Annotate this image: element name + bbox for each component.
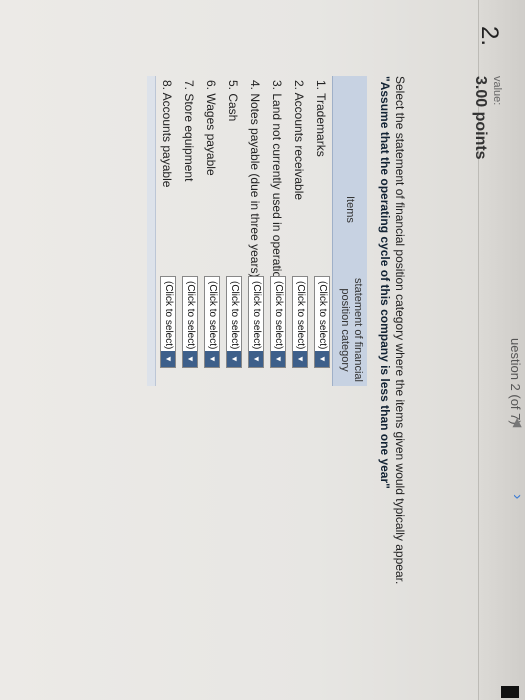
dropdown-arrow-icon[interactable]: ▼: [183, 351, 197, 367]
value-label: value:: [491, 76, 503, 106]
classification-table: Items statement of financial position ca…: [147, 76, 367, 386]
dropdown-value: (Click to select): [207, 281, 218, 350]
item-label: 1. Trademarks: [314, 80, 328, 157]
category-dropdown[interactable]: (Click to select) ▼: [292, 276, 308, 368]
dropdown-arrow-icon[interactable]: ▼: [227, 351, 241, 367]
table-row: 5. Cash (Click to select) ▼: [222, 76, 244, 386]
item-label: 3. Land not currently used in operations: [270, 80, 284, 291]
category-dropdown[interactable]: (Click to select) ▼: [226, 276, 242, 368]
category-dropdown[interactable]: (Click to select) ▼: [248, 276, 264, 368]
category-dropdown[interactable]: (Click to select) ▼: [182, 276, 198, 368]
table-row: 6. Wages payable (Click to select) ▼: [200, 76, 222, 386]
dropdown-value: (Click to select): [229, 281, 240, 350]
table-row: 2. Accounts receivable (Click to select)…: [288, 76, 310, 386]
table-row: 8. Accounts payable (Click to select) ▼: [156, 76, 178, 386]
category-dropdown[interactable]: (Click to select) ▼: [160, 276, 176, 368]
table-footer: [147, 76, 156, 386]
item-label: 2. Accounts receivable: [292, 80, 306, 201]
dropdown-value: (Click to select): [295, 281, 306, 350]
points-value: 3.00 points: [472, 76, 489, 160]
dropdown-arrow-icon[interactable]: ▼: [161, 351, 175, 367]
dropdown-arrow-icon[interactable]: ▼: [293, 351, 307, 367]
table-row: 1. Trademarks (Click to select) ▼: [310, 76, 332, 386]
question-instruction: Select the statement of financial positi…: [393, 76, 407, 585]
item-label: 5. Cash: [226, 80, 240, 122]
dropdown-arrow-icon[interactable]: ▼: [249, 351, 263, 367]
category-column-header: statement of financial position category: [339, 278, 364, 382]
category-dropdown[interactable]: (Click to select) ▼: [204, 276, 220, 368]
item-label: 7. Store equipment: [182, 80, 196, 182]
question-assumption: "Assume that the operating cycle of this…: [378, 76, 392, 489]
bookmark-icon[interactable]: [501, 686, 519, 698]
category-dropdown[interactable]: (Click to select) ▼: [270, 276, 286, 368]
dropdown-value: (Click to select): [185, 281, 196, 350]
category-dropdown[interactable]: (Click to select) ▼: [314, 276, 330, 368]
chevron-right-icon[interactable]: ›: [508, 494, 525, 499]
triangle-left-icon[interactable]: ◀: [511, 418, 525, 427]
table-row: 7. Store equipment (Click to select) ▼: [178, 76, 200, 386]
dropdown-value: (Click to select): [273, 281, 284, 350]
dropdown-arrow-icon[interactable]: ▼: [315, 351, 329, 367]
dropdown-arrow-icon[interactable]: ▼: [271, 351, 285, 367]
item-label: 8. Accounts payable: [160, 80, 174, 188]
dropdown-value: (Click to select): [163, 281, 174, 350]
dropdown-arrow-icon[interactable]: ▼: [205, 351, 219, 367]
rotated-screen: uestion 2 (of 7) ◀ › 2. value: 3.00 poin…: [0, 0, 525, 700]
table-row: 4. Notes payable (due in three years) (C…: [244, 76, 266, 386]
item-label: 4. Notes payable (due in three years): [248, 80, 262, 278]
question-progress: uestion 2 (of 7): [508, 338, 523, 425]
question-number: 2.: [476, 26, 503, 47]
dropdown-value: (Click to select): [317, 281, 328, 350]
items-column-header: Items: [344, 196, 356, 223]
table-row: 3. Land not currently used in operations…: [266, 76, 288, 386]
item-label: 6. Wages payable: [204, 80, 218, 176]
table-header: Items statement of financial position ca…: [332, 76, 367, 386]
dropdown-value: (Click to select): [251, 281, 262, 350]
